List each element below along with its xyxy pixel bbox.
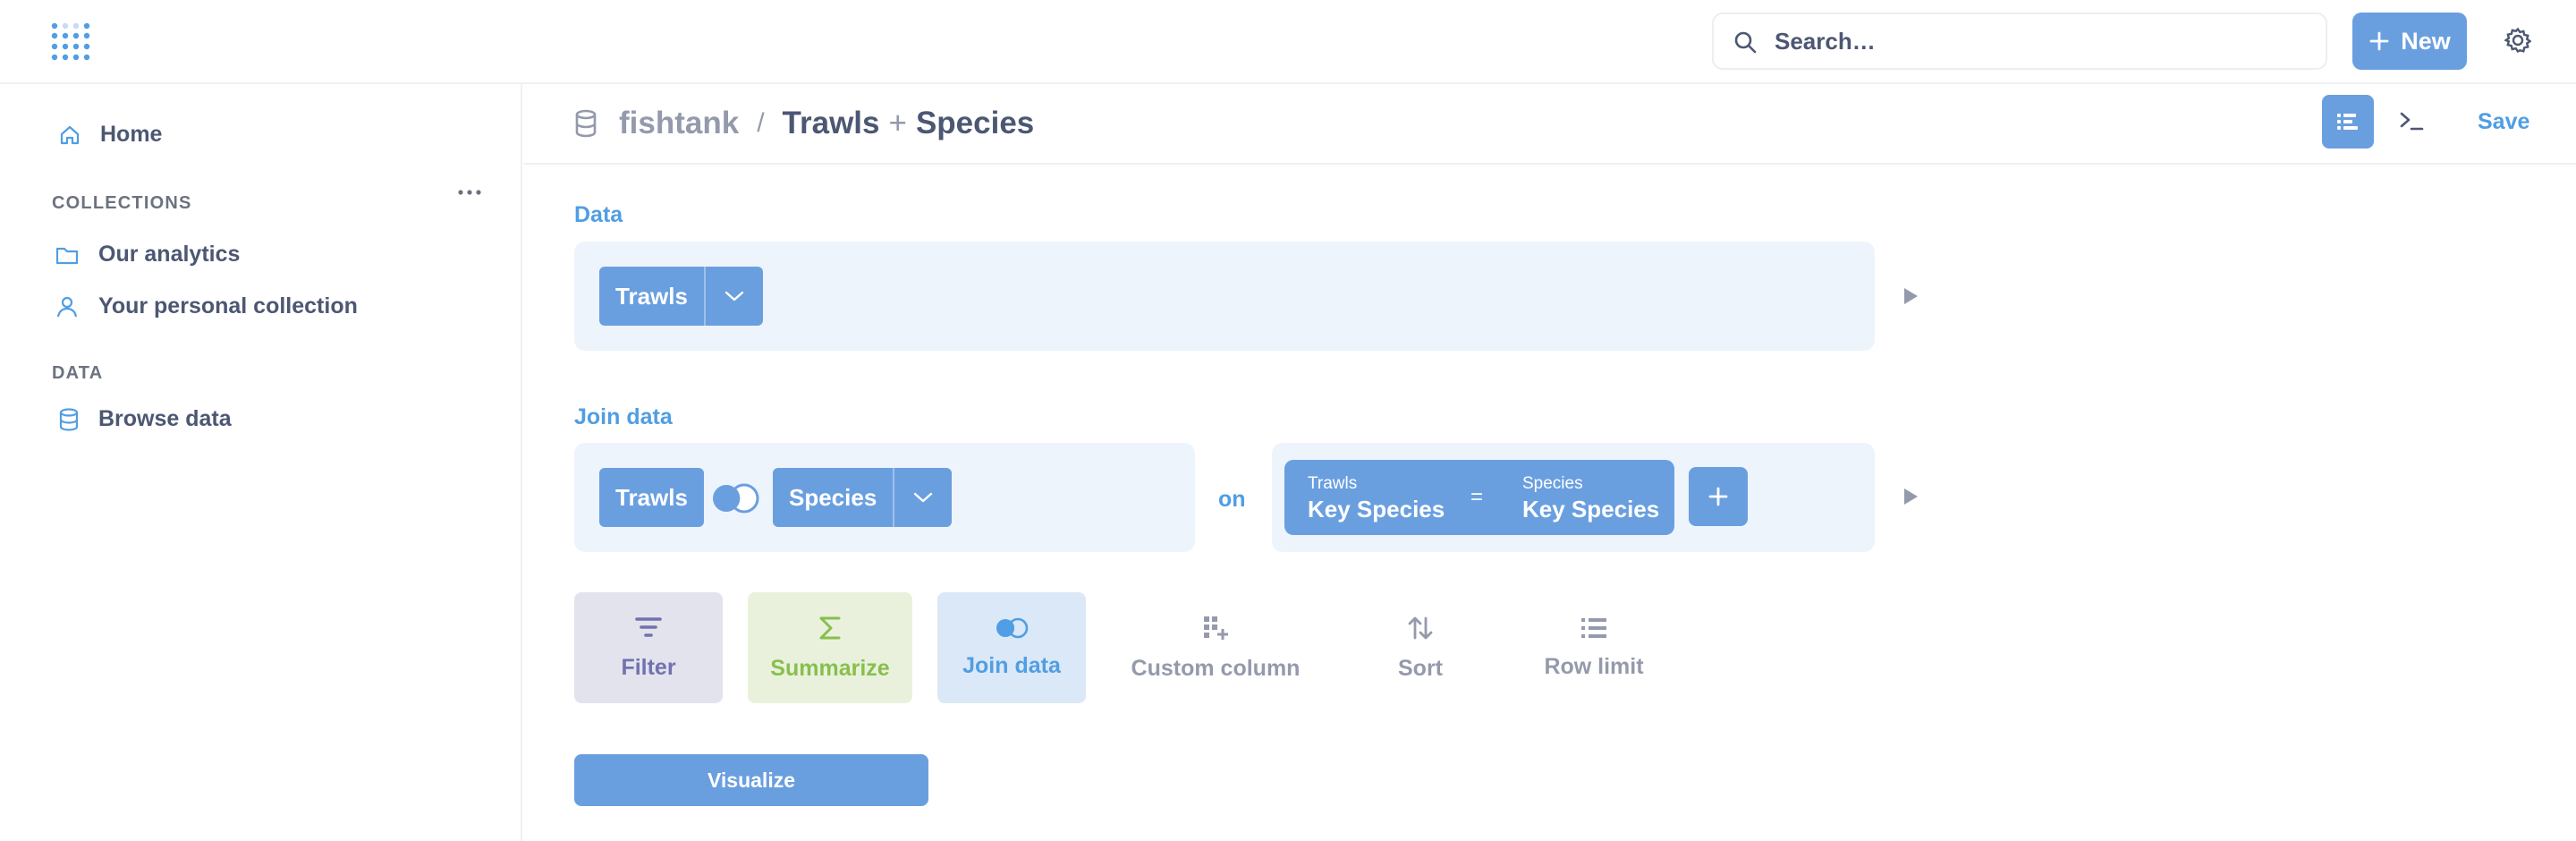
metabase-logo-icon[interactable] [50, 21, 91, 63]
custom-column-icon [1202, 615, 1229, 641]
database-icon [574, 109, 597, 138]
database-name[interactable]: fishtank [619, 106, 739, 141]
summarize-label: Summarize [770, 655, 890, 681]
summarize-button[interactable]: Summarize [748, 592, 912, 703]
join-data-label: Join data [962, 652, 1061, 678]
join-tables-panel: Trawls Species [574, 443, 1195, 552]
add-condition-button[interactable] [1689, 467, 1748, 526]
breadcrumb-separator: / [757, 108, 765, 138]
join-left-table-label: Trawls [615, 483, 688, 511]
list-icon [1580, 616, 1607, 640]
collections-heading: COLLECTIONS [52, 193, 192, 213]
query-header: fishtank / Trawls + Species [524, 84, 2576, 165]
data-step-label: Data [574, 202, 623, 227]
visualize-button[interactable]: Visualize [574, 754, 928, 806]
data-heading: DATA [52, 363, 104, 383]
row-limit-label: Row limit [1544, 653, 1644, 679]
database-icon [59, 407, 79, 431]
join-icon [995, 617, 1029, 639]
sidebar-item-our-analytics[interactable]: Our analytics [55, 242, 240, 268]
home-icon [59, 124, 80, 146]
join-on-label: on [1218, 487, 1246, 512]
chevron-down-icon[interactable] [893, 468, 952, 527]
sort-label: Sort [1398, 655, 1443, 681]
notebook-icon [2336, 112, 2360, 132]
gear-icon[interactable] [2504, 27, 2531, 54]
join-data-button[interactable]: Join data [937, 592, 1086, 703]
join-type-icon[interactable] [710, 482, 760, 514]
join-left-table[interactable]: Trawls [599, 468, 704, 527]
sidebar: Home COLLECTIONS Our analytics Your pers… [0, 84, 522, 841]
filter-label: Filter [621, 654, 676, 680]
search-bar[interactable] [1712, 13, 2327, 70]
custom-column-button[interactable]: Custom column [1122, 592, 1309, 703]
join-step-label: Join data [574, 404, 673, 429]
top-bar: New [0, 0, 2576, 84]
join-right-table-label: Species [789, 483, 877, 511]
breadcrumb: fishtank / Trawls + Species [574, 106, 1034, 141]
row-limit-button[interactable]: Row limit [1531, 592, 1657, 703]
plus-icon [1707, 486, 1729, 507]
folder-icon [55, 245, 79, 265]
join-plus: + [888, 106, 907, 140]
data-step-panel: Trawls [574, 242, 1875, 351]
notebook-editor-button[interactable] [2322, 95, 2374, 149]
joined-table-name[interactable]: Species [916, 106, 1034, 141]
new-button-label: New [2401, 27, 2451, 55]
condition-operator: = [1470, 485, 1484, 509]
join-right-table-select[interactable]: Species [773, 468, 953, 527]
preview-play-icon[interactable] [1904, 288, 1918, 304]
condition-left-table: Trawls [1308, 474, 1358, 493]
sidebar-item-browse-data[interactable]: Browse data [59, 406, 232, 432]
sidebar-item-personal-collection[interactable]: Your personal collection [55, 293, 358, 319]
sidebar-item-label: Our analytics [98, 242, 241, 267]
filter-icon [634, 616, 663, 641]
custom-column-label: Custom column [1131, 655, 1301, 681]
sidebar-item-home[interactable]: Home [59, 122, 162, 148]
search-input[interactable] [1773, 23, 2309, 59]
data-table-select[interactable]: Trawls [599, 267, 763, 326]
terminal-icon[interactable] [2399, 109, 2424, 132]
table-name[interactable]: Trawls [783, 106, 880, 141]
sigma-icon [818, 615, 842, 641]
sidebar-item-label: Browse data [98, 406, 232, 431]
filter-button[interactable]: Filter [574, 592, 723, 703]
sidebar-item-label: Your personal collection [98, 293, 358, 319]
save-button[interactable]: Save [2478, 109, 2529, 135]
more-options-icon[interactable] [458, 188, 481, 197]
preview-play-icon[interactable] [1904, 488, 1918, 505]
chevron-down-icon[interactable] [703, 267, 763, 326]
search-icon [1733, 30, 1757, 54]
sort-button[interactable]: Sort [1360, 592, 1481, 703]
person-icon [55, 295, 79, 319]
plus-icon [2368, 30, 2390, 52]
join-condition[interactable]: Trawls Key Species = Species Key Species [1284, 460, 1674, 535]
condition-left-field: Key Species [1308, 496, 1445, 522]
new-button[interactable]: New [2352, 13, 2467, 70]
sidebar-item-label: Home [100, 122, 163, 147]
data-table-label: Trawls [615, 282, 688, 310]
sort-icon [1407, 615, 1434, 641]
condition-right-table: Species [1522, 474, 1583, 493]
condition-right-field: Key Species [1522, 496, 1660, 522]
